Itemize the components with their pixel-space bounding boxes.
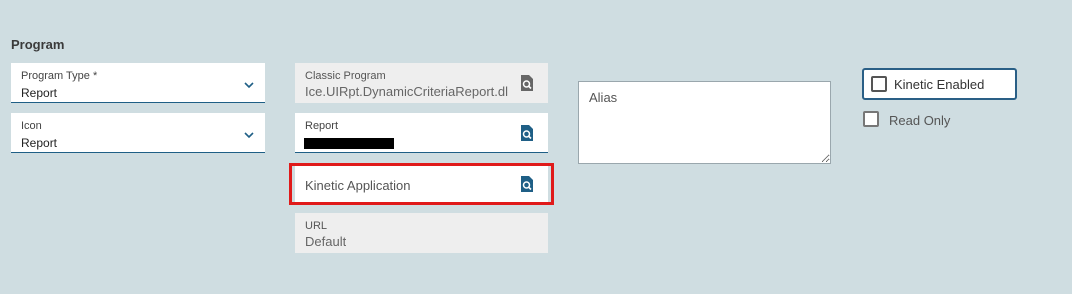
icon-select[interactable]: Icon Report <box>11 113 265 153</box>
search-document-icon[interactable] <box>520 75 534 91</box>
classic-program-label: Classic Program <box>305 70 386 82</box>
report-label: Report <box>305 120 339 132</box>
read-only-label: Read Only <box>889 113 951 128</box>
kinetic-enabled-checkbox[interactable]: Kinetic Enabled <box>862 68 1017 100</box>
program-type-value: Report <box>21 86 58 100</box>
report-field[interactable]: Report <box>295 113 548 153</box>
redacted-value <box>304 138 394 149</box>
alias-textarea[interactable] <box>578 81 831 164</box>
program-type-select[interactable]: Program Type * Report <box>11 63 265 103</box>
search-document-icon[interactable] <box>520 125 534 141</box>
chevron-down-icon[interactable] <box>243 129 255 141</box>
classic-program-field: Classic Program Ice.UIRpt.DynamicCriteri… <box>295 63 548 103</box>
icon-label: Icon <box>21 120 42 132</box>
classic-program-value: Ice.UIRpt.DynamicCriteriaReport.dl <box>305 84 509 99</box>
program-type-label: Program Type * <box>21 70 98 82</box>
checkbox-icon[interactable] <box>871 76 887 92</box>
highlight-box <box>289 163 554 205</box>
url-label: URL <box>305 220 328 232</box>
url-field: URL Default <box>295 213 548 253</box>
checkbox-icon[interactable] <box>863 111 879 127</box>
url-value: Default <box>305 234 347 249</box>
kinetic-enabled-label: Kinetic Enabled <box>894 77 985 92</box>
chevron-down-icon[interactable] <box>243 79 255 91</box>
icon-value: Report <box>21 136 58 150</box>
read-only-checkbox[interactable]: Read Only <box>862 110 982 130</box>
section-title: Program <box>11 37 65 52</box>
